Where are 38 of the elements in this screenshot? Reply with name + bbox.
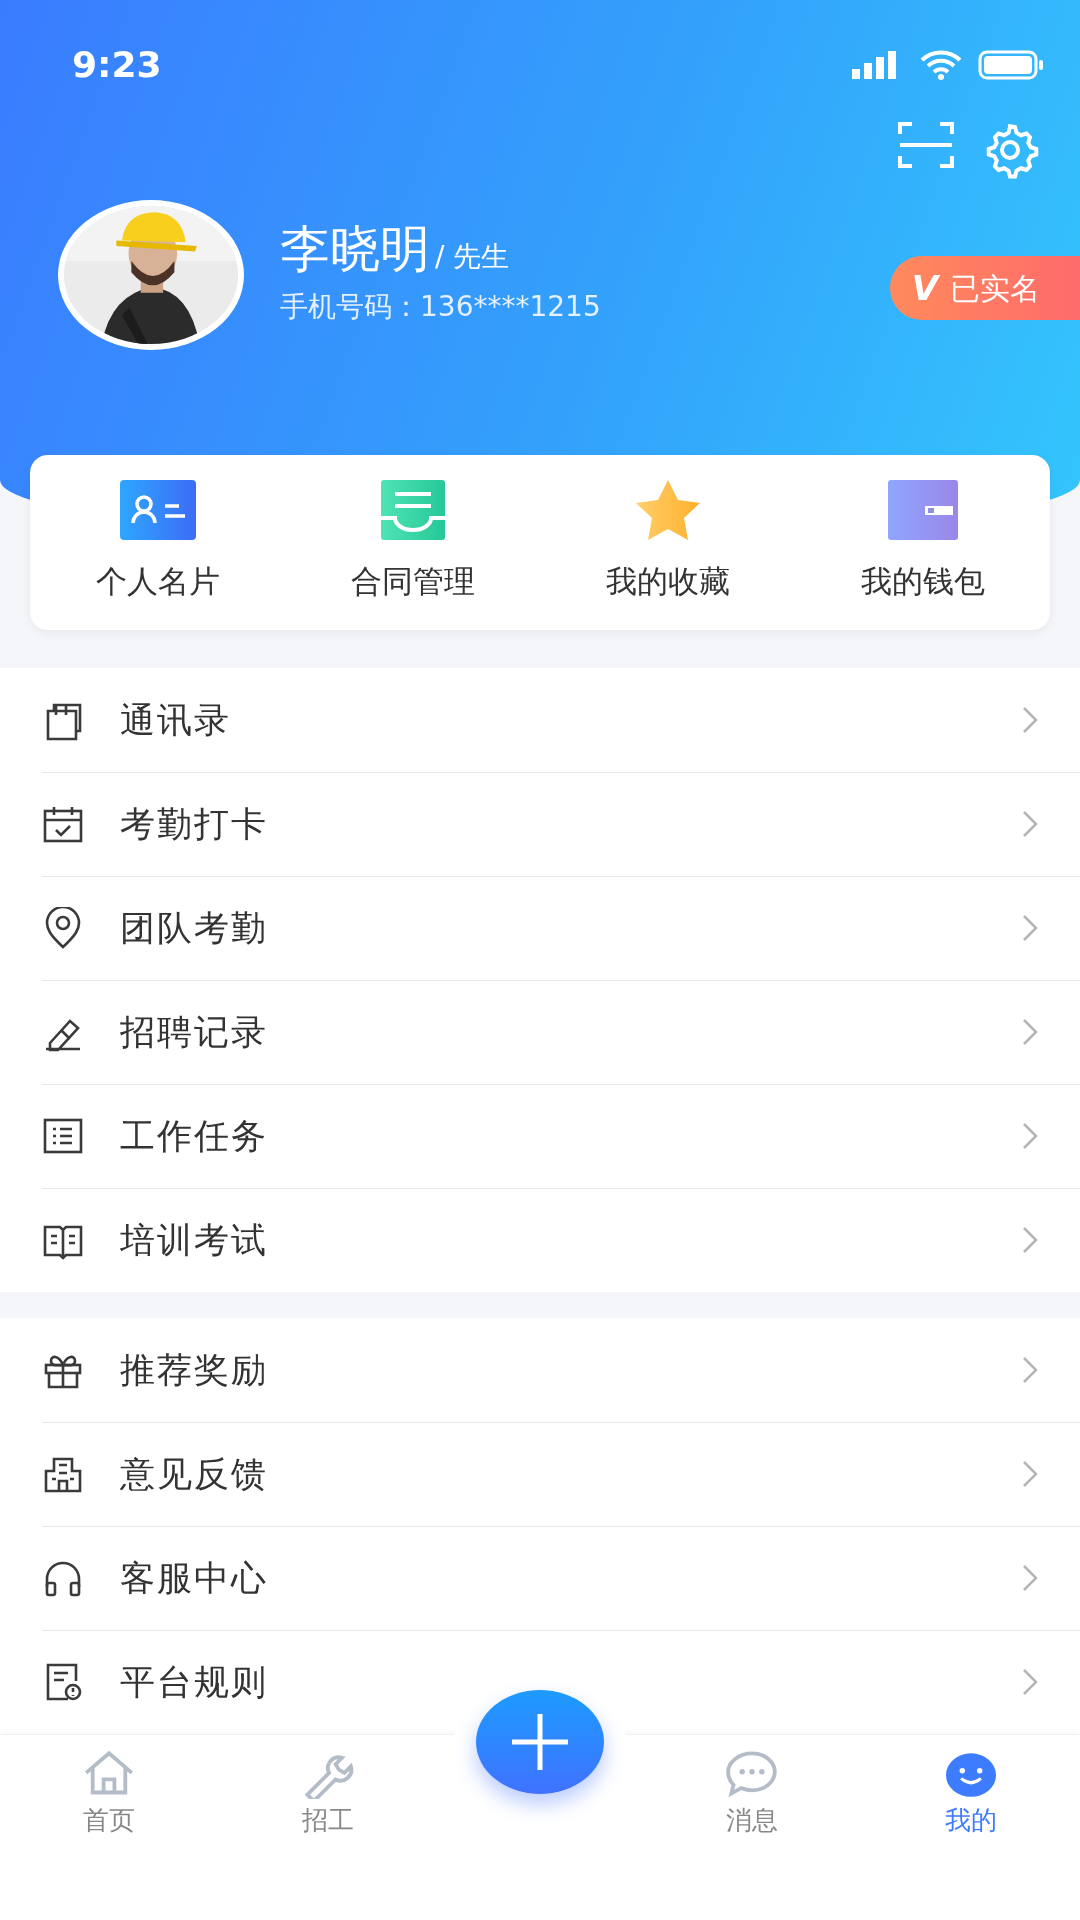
menu-item[interactable]: 团队考勤: [0, 876, 1080, 980]
menu-item[interactable]: 意见反馈: [0, 1422, 1080, 1526]
chevron-right-icon: [1022, 810, 1038, 838]
menu-item[interactable]: 招聘记录: [0, 980, 1080, 1084]
tab-item[interactable]: 首页: [0, 1735, 219, 1920]
shortcut-label[interactable]: 我的钱包: [860, 558, 985, 605]
tab-item[interactable]: 招工: [218, 1735, 437, 1920]
chevron-right-icon: [1022, 1460, 1038, 1488]
menu-item[interactable]: 考勤打卡: [0, 772, 1080, 876]
shortcut-label[interactable]: 个人名片: [95, 558, 220, 605]
menu-item[interactable]: 客服中心: [0, 1526, 1080, 1630]
status-time: 9:23: [72, 43, 162, 87]
battery-icon: [978, 50, 1044, 80]
chevron-right-icon: [1022, 914, 1038, 942]
plus-icon: [510, 1712, 570, 1772]
tab-item[interactable]: 消息: [643, 1735, 862, 1920]
chevron-right-icon: [1022, 1226, 1038, 1254]
chevron-right-icon: [1022, 1356, 1038, 1384]
tab-item[interactable]: 我的: [861, 1735, 1080, 1920]
chevron-right-icon: [1022, 1018, 1038, 1046]
scan-icon[interactable]: [898, 120, 954, 170]
phone-number: 手机号码：136****1215: [280, 289, 601, 325]
menu-item[interactable]: 工作任务: [0, 1084, 1080, 1188]
chevron-right-icon: [1022, 706, 1038, 734]
menu-item[interactable]: 通讯录: [0, 668, 1080, 772]
chevron-right-icon: [1022, 1564, 1038, 1592]
menu-item[interactable]: 平台规则: [0, 1630, 1080, 1734]
user-title: / 先生: [435, 240, 510, 273]
menu-item[interactable]: 推荐奖励: [0, 1318, 1080, 1422]
shortcut-label[interactable]: 合同管理: [350, 558, 475, 605]
chevron-right-icon: [1022, 1122, 1038, 1150]
wifi-icon: [920, 50, 962, 80]
shortcut-label[interactable]: 我的收藏: [605, 558, 730, 605]
user-name: 李晓明: [280, 220, 430, 278]
menu-item[interactable]: 培训考试: [0, 1188, 1080, 1292]
card-icon: [119, 480, 196, 541]
chevron-right-icon: [1022, 1668, 1038, 1696]
verified-badge: V 已实名: [889, 256, 1080, 320]
